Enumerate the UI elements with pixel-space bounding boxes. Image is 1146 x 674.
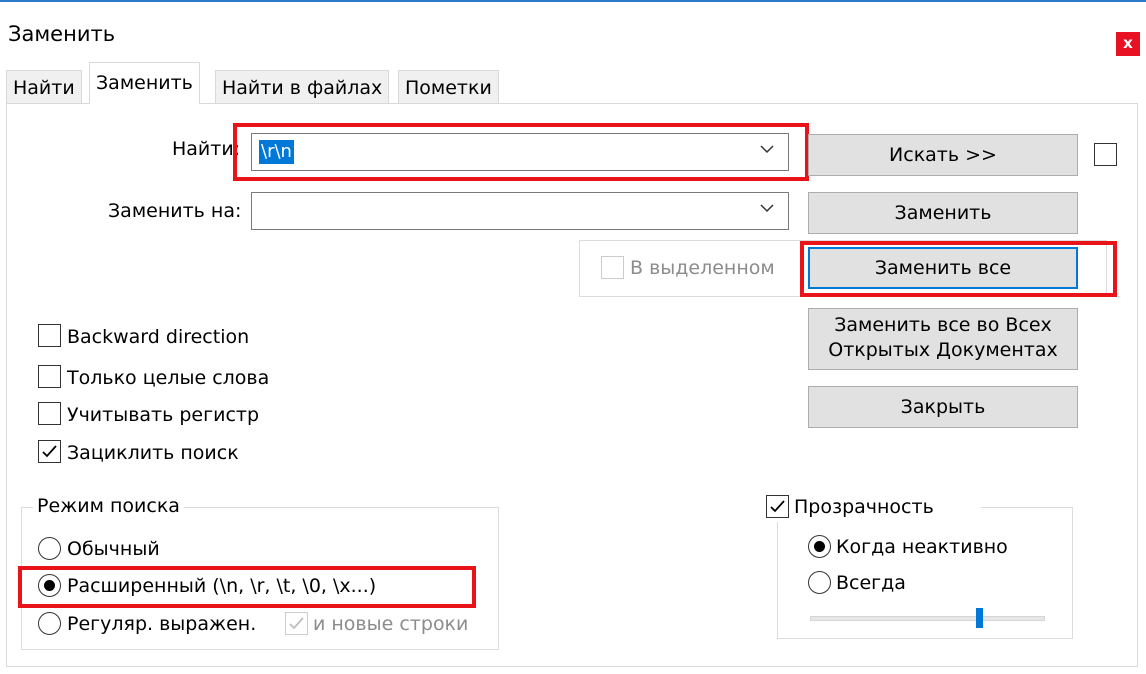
in-selection-label: В выделенном [630, 257, 775, 279]
check-icon [770, 500, 785, 513]
radio-dot [814, 541, 825, 552]
replace-all-docs-line1: Заменить все во Всех [834, 314, 1052, 336]
tab-replace[interactable]: Заменить [89, 62, 200, 104]
find-highlight [233, 123, 809, 181]
check-icon [289, 617, 304, 630]
newlines-checkbox[interactable] [285, 612, 308, 635]
replace-label: Заменить на: [108, 200, 242, 222]
check-icon [42, 445, 57, 458]
search-button[interactable]: Искать >> [808, 134, 1078, 176]
extra-checkbox[interactable] [1094, 143, 1117, 166]
backward-direction-label: Backward direction [67, 326, 250, 348]
wrap-around-label: Зациклить поиск [67, 442, 239, 464]
match-case-checkbox[interactable] [38, 402, 61, 425]
replace-all-docs-button[interactable]: Заменить все во Всех Открытых Документах [808, 308, 1078, 370]
when-inactive-radio[interactable] [808, 535, 831, 558]
transparency-slider-thumb[interactable] [976, 608, 984, 628]
extended-mode-highlight [18, 566, 476, 608]
close-button[interactable]: Закрыть [808, 386, 1078, 428]
window-top-border [0, 0, 1146, 2]
always-label: Всегда [836, 572, 906, 594]
always-radio[interactable] [808, 571, 831, 594]
close-window-button[interactable]: x [1116, 32, 1140, 56]
normal-mode-radio[interactable] [38, 537, 61, 560]
window-title: Заменить [8, 22, 116, 46]
regex-mode-label: Регуляр. выражен. [67, 613, 257, 635]
close-icon: x [1123, 34, 1133, 52]
when-inactive-label: Когда неактивно [836, 536, 1008, 558]
transparency-label: Прозрачность [794, 496, 934, 518]
transparency-slider-track[interactable] [810, 616, 1045, 621]
chevron-down-icon[interactable] [760, 201, 774, 215]
transparency-checkbox[interactable] [766, 495, 789, 518]
replace-input[interactable] [251, 192, 789, 230]
replace-button[interactable]: Заменить [808, 192, 1078, 234]
tab-find-in-files[interactable]: Найти в файлах [215, 70, 390, 104]
backward-direction-checkbox[interactable] [38, 324, 61, 347]
match-case-label: Учитывать регистр [67, 404, 260, 426]
wrap-around-checkbox[interactable] [38, 440, 61, 463]
replace-all-highlight [800, 241, 1117, 297]
normal-mode-label: Обычный [67, 538, 160, 560]
regex-mode-radio[interactable] [38, 612, 61, 635]
newlines-label: и новые строки [313, 613, 469, 635]
in-selection-checkbox[interactable] [601, 256, 624, 279]
tab-find[interactable]: Найти [6, 70, 82, 104]
whole-words-checkbox[interactable] [38, 365, 61, 388]
search-mode-title: Режим поиска [33, 495, 184, 517]
whole-words-label: Только целые слова [67, 367, 270, 389]
tab-marks[interactable]: Пометки [398, 70, 499, 104]
find-label: Найти: [172, 138, 241, 160]
replace-all-docs-line2: Открытых Документах [828, 339, 1058, 361]
